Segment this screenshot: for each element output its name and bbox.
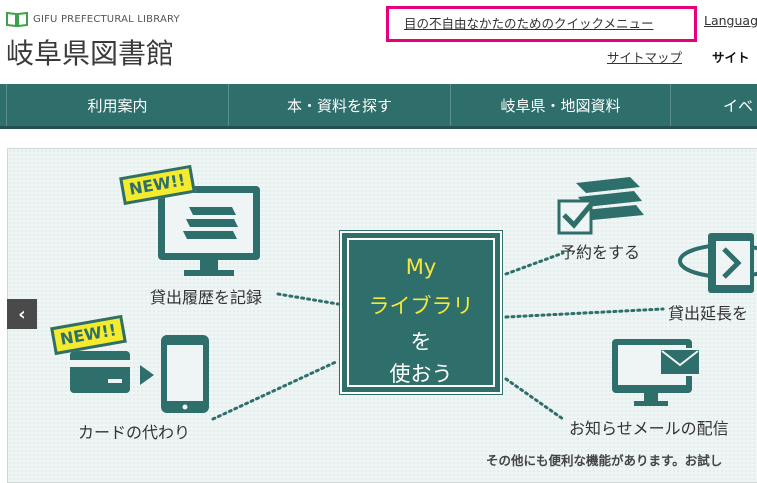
site-logo[interactable]: GIFU PREFECTURAL LIBRARY <box>6 10 180 28</box>
center-box-line-3: を <box>410 330 432 354</box>
language-link[interactable]: Languag <box>704 13 757 28</box>
center-box-frame: My ライブラリ を 使おう <box>347 238 495 387</box>
site-search-label: サイト <box>712 50 750 65</box>
mail-notice-icon <box>612 339 701 406</box>
label-reserve: 予約をする <box>560 243 641 262</box>
nav-item-events[interactable]: イベ <box>670 84 757 126</box>
center-box-line-1: My <box>405 255 437 279</box>
label-card-replacement: カードの代わり <box>78 423 191 442</box>
nav-item-gifu-maps[interactable]: 岐阜県・地図資料 <box>450 84 670 126</box>
my-library-center-box[interactable]: My ライブラリ を 使おう <box>339 230 503 395</box>
label-extend-loan: 貸出延長を <box>668 304 749 323</box>
book-logo-icon <box>6 11 28 27</box>
carousel-prev-button[interactable]: ‹ <box>7 299 37 329</box>
nav-item-guide[interactable]: 利用案内 <box>6 84 228 126</box>
reserve-books-icon <box>557 177 644 235</box>
center-box-line-2: ライブラリ <box>368 294 474 318</box>
label-mail-notice: お知らせメールの配信 <box>569 419 729 438</box>
logo-japanese-text[interactable]: 岐阜県図書館 <box>6 32 174 72</box>
center-box-line-4: 使おう <box>389 362 453 386</box>
monitor-books-icon <box>158 186 260 276</box>
quick-menu-link[interactable]: 目の不自由なかたのためのクイックメニュー <box>404 13 654 32</box>
logo-english-text: GIFU PREFECTURAL LIBRARY <box>33 13 180 25</box>
label-more-features: その他にも便利な機能があります。お試し <box>486 453 723 468</box>
label-loan-history: 貸出履歴を記録 <box>150 288 263 307</box>
my-library-banner[interactable]: NEW!! NEW!! My ライブラリ を 使おう 貸出履歴を記録 カードの代… <box>7 148 757 483</box>
global-nav: 利用案内 本・資料を探す 岐阜県・地図資料 イベ <box>0 84 757 129</box>
sitemap-link[interactable]: サイトマップ <box>607 47 682 66</box>
chevron-left-icon: ‹ <box>18 303 26 325</box>
extend-loan-icon <box>678 233 757 293</box>
nav-item-search-books[interactable]: 本・資料を探す <box>228 84 450 126</box>
